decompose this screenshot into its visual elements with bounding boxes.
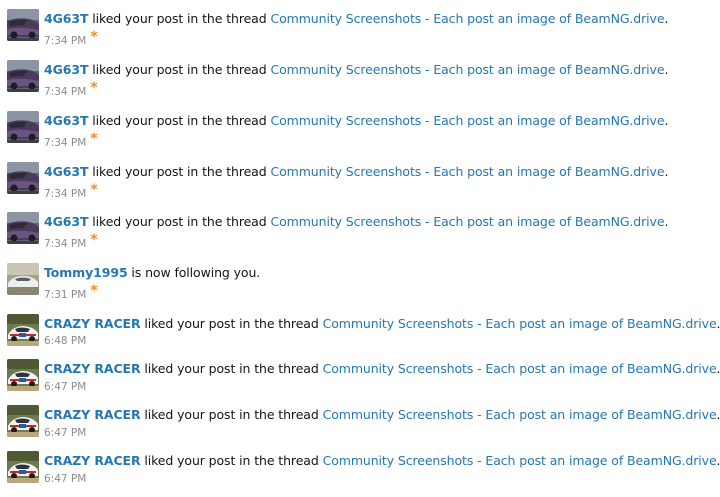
- unread-marker: *: [90, 283, 98, 299]
- alert-text: CRAZY RACER liked your post in the threa…: [44, 316, 720, 332]
- alert-text: 4G63T liked your post in the thread Comm…: [44, 62, 668, 78]
- alert-text: CRAZY RACER liked your post in the threa…: [44, 407, 720, 423]
- alert-action: liked your post in the thread: [88, 214, 271, 229]
- unread-marker: *: [90, 182, 98, 198]
- alert-time: 6:47 PM: [44, 427, 87, 439]
- alert-suffix: .: [664, 113, 669, 128]
- alert-suffix: .: [664, 11, 669, 26]
- alert-time: 7:34 PM: [44, 238, 87, 250]
- alert-meta: 7:34 PM *: [44, 80, 98, 99]
- avatar[interactable]: [7, 451, 39, 483]
- thread-link[interactable]: Community Screenshots - Each post an ima…: [270, 113, 664, 128]
- username-link[interactable]: 4G63T: [44, 164, 88, 179]
- alert-item: 4G63T liked your post in the thread Comm…: [0, 60, 720, 106]
- username-link[interactable]: CRAZY RACER: [44, 361, 141, 376]
- alert-action: liked your post in the thread: [88, 62, 271, 77]
- avatar[interactable]: [7, 212, 39, 244]
- avatar[interactable]: [7, 60, 39, 92]
- alert-item: Tommy1995 is now following you. 7:31 PM *: [0, 263, 720, 309]
- alert-action: liked your post in the thread: [140, 407, 323, 422]
- alert-text: CRAZY RACER liked your post in the threa…: [44, 361, 720, 377]
- alert-text: CRAZY RACER liked your post in the threa…: [44, 453, 720, 469]
- alert-time: 7:34 PM: [44, 188, 87, 200]
- unread-marker: *: [90, 80, 98, 96]
- username-link[interactable]: 4G63T: [44, 62, 88, 77]
- alerts-list: 4G63T liked your post in the thread Comm…: [0, 0, 720, 497]
- alert-text: 4G63T liked your post in the thread Comm…: [44, 113, 668, 129]
- thread-link[interactable]: Community Screenshots - Each post an ima…: [323, 361, 717, 376]
- avatar[interactable]: [7, 111, 39, 143]
- alert-suffix: .: [664, 164, 669, 179]
- alert-suffix: .: [664, 214, 669, 229]
- avatar[interactable]: [7, 314, 39, 346]
- alert-action: is now following you.: [127, 265, 261, 280]
- alert-time: 7:34 PM: [44, 137, 87, 149]
- username-link[interactable]: CRAZY RACER: [44, 316, 141, 331]
- alert-action: liked your post in the thread: [88, 11, 271, 26]
- alert-meta: 7:34 PM *: [44, 232, 98, 251]
- username-link[interactable]: 4G63T: [44, 113, 88, 128]
- alert-item: CRAZY RACER liked your post in the threa…: [0, 405, 720, 451]
- thread-link[interactable]: Community Screenshots - Each post an ima…: [323, 453, 717, 468]
- avatar[interactable]: [7, 162, 39, 194]
- alert-item: 4G63T liked your post in the thread Comm…: [0, 212, 720, 258]
- unread-marker: *: [90, 29, 98, 45]
- username-link[interactable]: 4G63T: [44, 11, 88, 26]
- avatar[interactable]: [7, 263, 39, 295]
- alert-action: liked your post in the thread: [140, 453, 323, 468]
- alert-item: 4G63T liked your post in the thread Comm…: [0, 111, 720, 157]
- alert-time: 6:47 PM: [44, 381, 87, 393]
- username-link[interactable]: Tommy1995: [44, 265, 128, 280]
- alert-meta: 6:48 PM: [44, 334, 86, 348]
- avatar[interactable]: [7, 9, 39, 41]
- alert-meta: 7:34 PM *: [44, 182, 98, 201]
- alert-text: 4G63T liked your post in the thread Comm…: [44, 11, 668, 27]
- alert-text: Tommy1995 is now following you.: [44, 265, 260, 281]
- alert-action: liked your post in the thread: [140, 316, 323, 331]
- alert-item: 4G63T liked your post in the thread Comm…: [0, 9, 720, 55]
- alert-meta: 6:47 PM: [44, 426, 86, 440]
- alert-text: 4G63T liked your post in the thread Comm…: [44, 214, 668, 230]
- unread-marker: *: [90, 232, 98, 248]
- alert-suffix: .: [717, 407, 720, 422]
- alert-suffix: .: [717, 316, 720, 331]
- alert-action: liked your post in the thread: [88, 164, 271, 179]
- thread-link[interactable]: Community Screenshots - Each post an ima…: [323, 316, 717, 331]
- alert-item: CRAZY RACER liked your post in the threa…: [0, 451, 720, 497]
- alert-text: 4G63T liked your post in the thread Comm…: [44, 164, 668, 180]
- alert-item: CRAZY RACER liked your post in the threa…: [0, 359, 720, 405]
- username-link[interactable]: CRAZY RACER: [44, 453, 141, 468]
- alert-meta: 7:34 PM *: [44, 131, 98, 150]
- alert-suffix: .: [717, 453, 720, 468]
- alert-time: 7:34 PM: [44, 86, 87, 98]
- thread-link[interactable]: Community Screenshots - Each post an ima…: [270, 62, 664, 77]
- alert-meta: 7:31 PM *: [44, 283, 98, 302]
- alert-meta: 6:47 PM: [44, 380, 86, 394]
- alert-suffix: .: [717, 361, 720, 376]
- alert-action: liked your post in the thread: [88, 113, 271, 128]
- alert-item: 4G63T liked your post in the thread Comm…: [0, 162, 720, 208]
- alert-time: 6:48 PM: [44, 335, 87, 347]
- alert-meta: 7:34 PM *: [44, 29, 98, 48]
- alert-time: 6:47 PM: [44, 473, 87, 485]
- alert-action: liked your post in the thread: [140, 361, 323, 376]
- username-link[interactable]: 4G63T: [44, 214, 88, 229]
- alert-meta: 6:47 PM: [44, 472, 86, 486]
- alert-time: 7:31 PM: [44, 289, 87, 301]
- unread-marker: *: [90, 131, 98, 147]
- alert-suffix: .: [664, 62, 669, 77]
- username-link[interactable]: CRAZY RACER: [44, 407, 141, 422]
- alert-item: CRAZY RACER liked your post in the threa…: [0, 314, 720, 360]
- thread-link[interactable]: Community Screenshots - Each post an ima…: [270, 11, 664, 26]
- thread-link[interactable]: Community Screenshots - Each post an ima…: [270, 164, 664, 179]
- avatar[interactable]: [7, 405, 39, 437]
- thread-link[interactable]: Community Screenshots - Each post an ima…: [270, 214, 664, 229]
- alert-time: 7:34 PM: [44, 35, 87, 47]
- thread-link[interactable]: Community Screenshots - Each post an ima…: [323, 407, 717, 422]
- avatar[interactable]: [7, 359, 39, 391]
